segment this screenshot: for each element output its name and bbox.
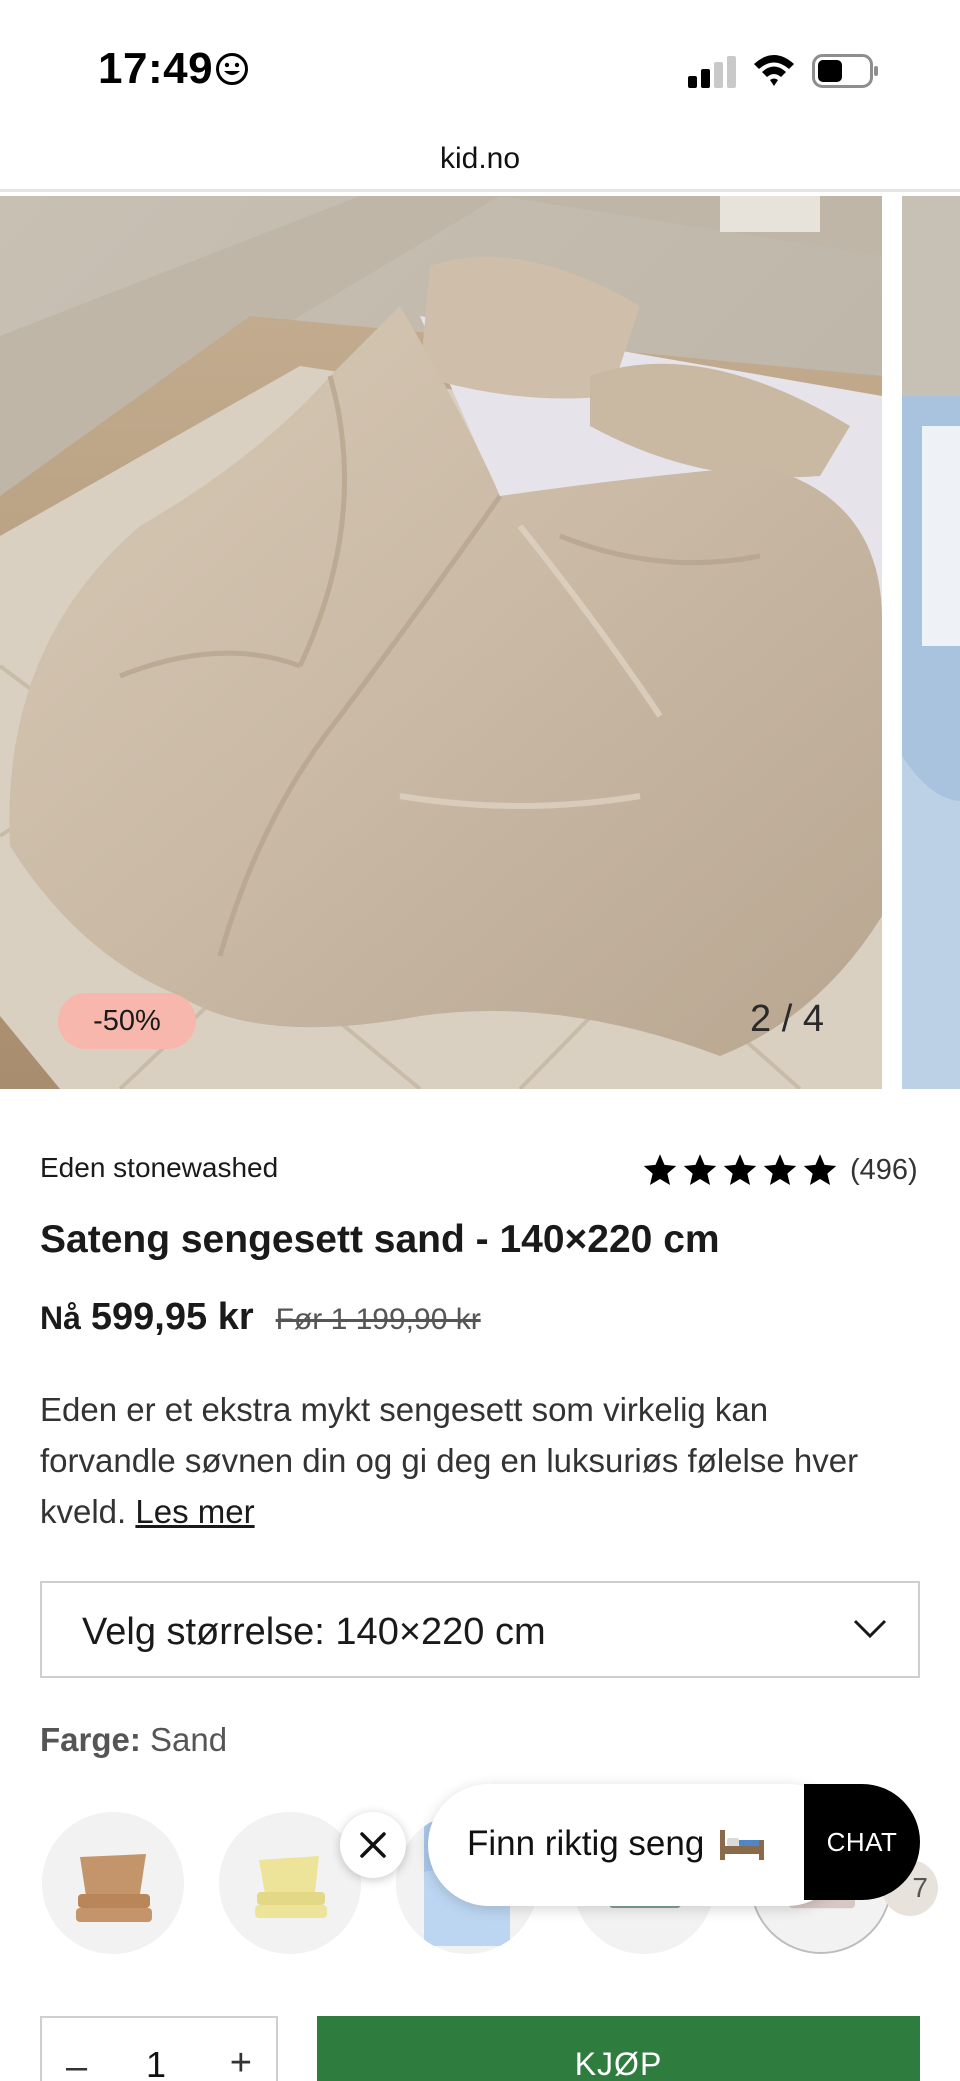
review-count: (496) — [850, 1153, 918, 1186]
read-more-link[interactable]: Les mer — [135, 1493, 254, 1530]
close-icon — [360, 1832, 386, 1858]
buy-button[interactable]: KJØP — [317, 2016, 920, 2081]
product-description: Eden er et ekstra mykt sengesett som vir… — [40, 1384, 900, 1537]
chevron-down-icon — [853, 1619, 887, 1639]
bedding-thumbnail — [219, 1812, 361, 1954]
status-bar: 17:49 — [0, 0, 960, 128]
product-title: Sateng sengesett sand - 140×220 cm — [40, 1218, 720, 1261]
color-row: Farge: Sand — [40, 1721, 227, 1759]
color-swatch-yellow[interactable] — [219, 1812, 361, 1954]
increase-quantity-button[interactable]: + — [230, 2042, 252, 2081]
quantity-value: 1 — [146, 2044, 167, 2081]
original-price: Før 1 199,90 kr — [275, 1303, 481, 1336]
size-select-label: Velg størrelse: 140×220 cm — [82, 1611, 546, 1653]
star-icon — [763, 1154, 797, 1185]
bed-icon — [720, 1830, 764, 1860]
quantity-stepper[interactable]: – 1 + — [40, 2016, 278, 2081]
chat-button[interactable]: CHAT — [804, 1784, 920, 1900]
size-select[interactable]: Velg størrelse: 140×220 cm — [40, 1581, 920, 1678]
star-icon — [643, 1154, 677, 1185]
status-time: 17:49 — [98, 44, 214, 93]
color-swatch-caramel[interactable] — [42, 1812, 184, 1954]
url-text: kid.no — [439, 142, 521, 175]
color-value: Sand — [150, 1721, 228, 1758]
star-icon — [683, 1154, 717, 1185]
address-bar[interactable]: kid.no — [0, 128, 960, 192]
product-image[interactable] — [0, 196, 882, 1089]
image-counter: 2 / 4 — [750, 998, 824, 1040]
product-brand: Eden stonewashed — [40, 1152, 279, 1183]
star-icon — [803, 1154, 837, 1185]
discount-badge: -50% — [58, 993, 196, 1049]
current-price: 599,95 kr — [90, 1296, 254, 1338]
product-rating[interactable]: (496) — [642, 1150, 918, 1190]
battery-icon — [812, 54, 878, 88]
find-bed-popup[interactable]: Finn riktig seng — [428, 1784, 848, 1906]
smiley-icon — [216, 53, 248, 85]
next-product-image[interactable] — [902, 196, 960, 1089]
chat-label: CHAT — [826, 1826, 898, 1857]
wifi-icon — [754, 55, 794, 86]
bedding-thumbnail — [42, 1812, 184, 1954]
price-prefix: Nå — [40, 1300, 81, 1336]
more-colors-count: 7 — [912, 1872, 928, 1903]
price-row: Nå 599,95 kr Før 1 199,90 kr — [40, 1296, 481, 1339]
signal-icon — [688, 56, 736, 88]
color-label: Farge: — [40, 1721, 141, 1758]
product-gallery[interactable]: -50% 2 / 4 — [0, 196, 960, 1089]
find-bed-label: Finn riktig seng — [467, 1824, 705, 1863]
buy-button-label: KJØP — [574, 2046, 663, 2081]
star-icon — [723, 1154, 757, 1185]
decrease-quantity-button[interactable]: – — [66, 2046, 87, 2081]
popup-close-button[interactable] — [340, 1812, 406, 1878]
